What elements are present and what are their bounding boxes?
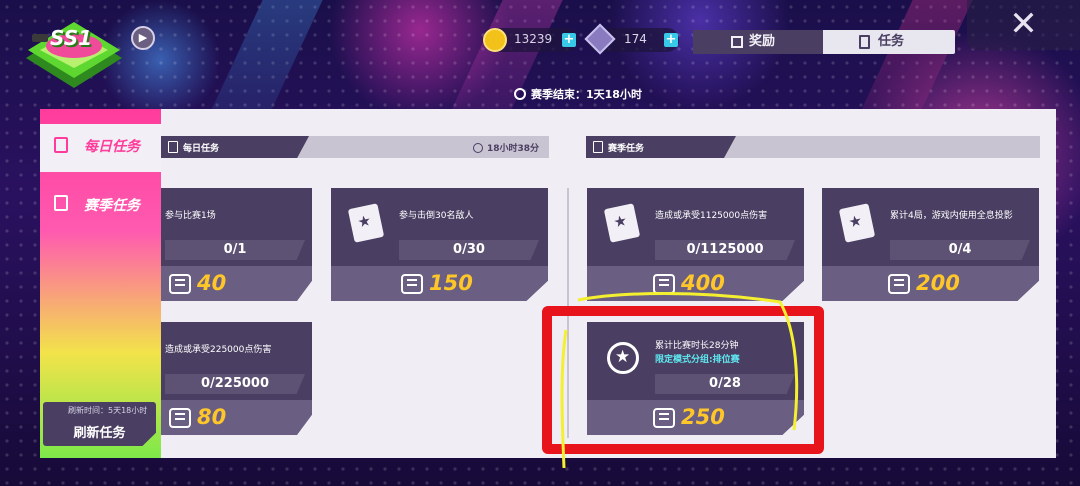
task-title: 累计4局，游戏内使用全息投影 (890, 211, 1013, 221)
reward-value: 200 (916, 271, 960, 295)
task-title: 造成或承受225000点伤害 (165, 345, 272, 355)
task-card[interactable]: 参与比赛1场 0/1 40 (161, 188, 312, 301)
gem-value: 174 (624, 32, 647, 46)
refresh-tasks-label: 刷新任务 (73, 426, 126, 441)
tab-tasks[interactable]: 任务 (823, 30, 955, 54)
refresh-time-label: 刷新时间：5天18小时 (68, 406, 148, 415)
task-progress: 0/4 (890, 240, 1030, 260)
task-card-icon (347, 203, 385, 243)
daily-section-header: 每日任务 18小时38分 (161, 136, 549, 158)
clipboard-icon (168, 141, 178, 153)
add-coin-button[interactable]: + (562, 33, 576, 47)
coin-value: 13239 (514, 32, 553, 46)
reward-row: 150 (331, 266, 548, 301)
coin-icon (483, 28, 507, 52)
clock-icon (472, 143, 483, 153)
task-card[interactable]: 参与击倒30名敌人 0/30 150 (331, 188, 548, 301)
task-progress: 0/1 (165, 240, 305, 260)
add-gem-button[interactable]: + (664, 33, 678, 47)
reward-row: 80 (161, 400, 312, 435)
sidebar-item-label: 赛季任务 (84, 198, 140, 214)
clock-icon (514, 88, 526, 100)
task-progress-text: 0/4 (948, 242, 972, 257)
season-end-timer: 赛季结束：1天18小时 (514, 86, 642, 102)
play-button[interactable]: ▶ (131, 26, 155, 50)
tab-rewards[interactable]: 奖励 (693, 30, 823, 54)
reward-value: 150 (429, 271, 473, 295)
ticket-icon (888, 274, 910, 294)
refresh-tasks-button[interactable]: 刷新时间：5天18小时 刷新任务 (43, 402, 156, 446)
task-card[interactable]: 累计4局，游戏内使用全息投影 0/4 200 (822, 188, 1039, 301)
coin-counter: 13239 + (483, 28, 578, 52)
sidebar-item-daily-overlay[interactable]: 每日任务 (40, 124, 161, 172)
task-progress-text: 0/1 (223, 242, 247, 257)
reward-row: 40 (161, 266, 312, 301)
season-end-label: 赛季结束：1天18小时 (531, 88, 642, 101)
clipboard-icon (54, 137, 68, 153)
daily-section-timer: 18小时38分 (472, 141, 539, 154)
yellow-scribble (560, 292, 799, 469)
gem-counter: 174 + (584, 23, 679, 55)
task-progress: 0/30 (399, 240, 539, 260)
task-title: 参与比赛1场 (165, 211, 216, 221)
season-logo-text: SS1 (50, 26, 93, 50)
reward-value: 80 (197, 405, 227, 429)
gift-icon (731, 36, 743, 48)
task-card[interactable]: 造成或承受1125000点伤害 0/1125000 400 (587, 188, 804, 301)
ticket-icon (401, 274, 423, 294)
season-section-header: 赛季任务 (586, 136, 1040, 158)
ticket-icon (169, 408, 191, 428)
sidebar-item-label: 每日任务 (84, 139, 140, 155)
task-card[interactable]: 造成或承受225000点伤害 0/225000 80 (161, 322, 312, 435)
tab-bar: 奖励 任务 (693, 30, 955, 54)
task-card-icon (603, 203, 641, 243)
tab-tasks-label: 任务 (878, 34, 905, 49)
task-progress: 0/1125000 (655, 240, 795, 260)
task-title: 造成或承受1125000点伤害 (655, 211, 768, 221)
tab-rewards-label: 奖励 (749, 34, 776, 49)
daily-timer-value: 18小时38分 (486, 144, 539, 154)
clipboard-icon (54, 195, 68, 211)
task-progress-text: 0/1125000 (686, 242, 764, 257)
close-button[interactable]: ✕ (967, 0, 1080, 50)
task-progress: 0/225000 (165, 374, 305, 394)
season-section-title: 赛季任务 (608, 144, 645, 154)
reward-value: 40 (197, 271, 227, 295)
clipboard-icon (593, 141, 603, 153)
clipboard-icon (859, 35, 870, 49)
daily-section-title: 每日任务 (183, 144, 220, 154)
reward-row: 200 (822, 266, 1039, 301)
ticket-icon (169, 274, 191, 294)
task-progress-text: 0/225000 (200, 376, 270, 391)
task-title: 参与击倒30名敌人 (399, 211, 474, 221)
task-progress-text: 0/30 (453, 242, 485, 257)
task-card-icon (838, 203, 876, 243)
sidebar-item-season[interactable]: 赛季任务 (40, 185, 161, 235)
